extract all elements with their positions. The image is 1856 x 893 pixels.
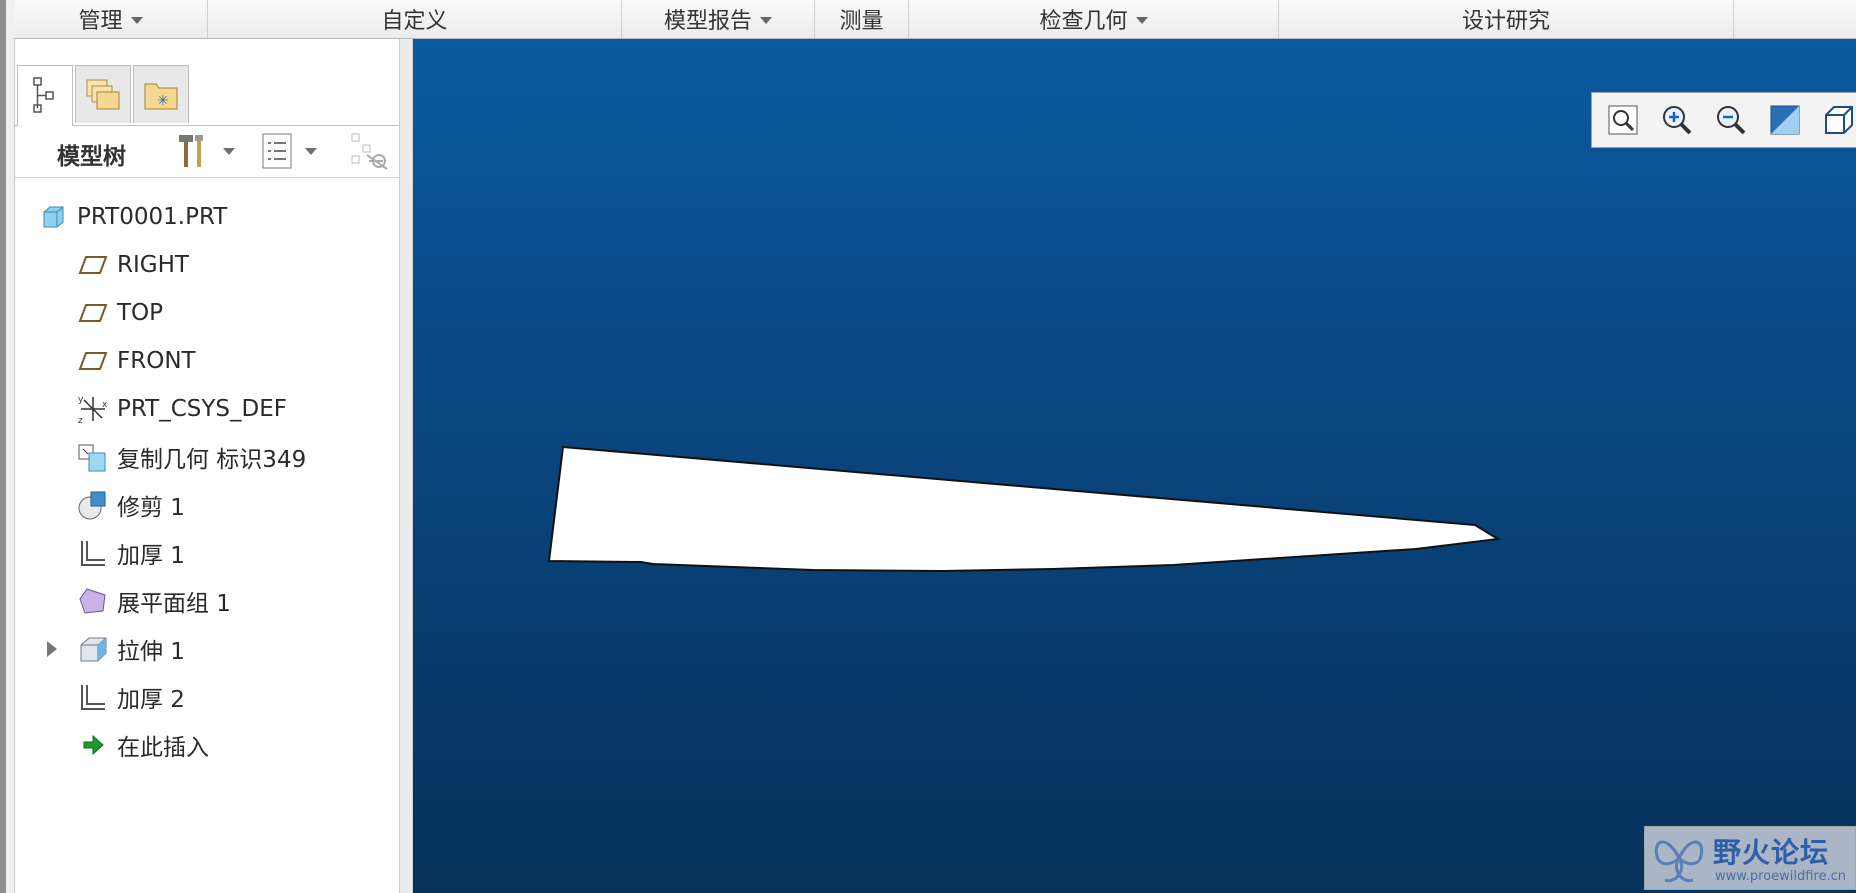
tree-item-front[interactable]: FRONT [77, 341, 196, 381]
ribbon-group-label: 模型报告 [663, 9, 752, 34]
part-icon [37, 201, 69, 233]
filter-icon [351, 133, 388, 170]
ribbon-group-label: 设计研究 [1461, 9, 1550, 34]
thicken-icon [77, 681, 109, 713]
repaint-icon [1770, 105, 1800, 135]
ribbon-group-manage[interactable]: 管理 [14, 0, 208, 38]
expand-arrow-icon[interactable] [47, 641, 57, 657]
datum-plane-icon [77, 249, 109, 281]
tree-item-thicken-2[interactable]: 加厚 2 [77, 677, 185, 717]
ribbon-group-bar: 管理 自定义 模型报告 测量 检查几何 设计研究 [14, 0, 1856, 39]
graphics-viewport[interactable]: x [413, 39, 1856, 893]
tree-item-label: 复制几何 标识349 [117, 447, 307, 473]
tree-item-label: TOP [117, 300, 164, 326]
tree-item-thicken-1[interactable]: 加厚 1 [77, 533, 185, 573]
tree-item-label: 加厚 1 [117, 543, 185, 569]
ribbon-group-label: 检查几何 [1039, 9, 1128, 34]
chevron-down-icon [130, 16, 143, 24]
tree-item-label: PRT_CSYS_DEF [117, 396, 288, 422]
zoom-out-button[interactable] [1706, 95, 1756, 145]
tree-item-label: PRT0001.PRT [77, 204, 228, 230]
tree-item-label: 修剪 1 [117, 495, 185, 521]
tree-item-label: 加厚 2 [117, 687, 185, 713]
datum-plane-icon [77, 345, 109, 377]
model-tree-header: 模型树 [15, 125, 413, 178]
watermark-url: www.proewildfire.cn [1715, 869, 1846, 884]
tab-model-tree[interactable] [17, 65, 73, 126]
display-style-icon [1825, 106, 1853, 134]
tree-item-part[interactable]: PRT0001.PRT [37, 197, 227, 237]
zoom-in-icon [1663, 106, 1692, 135]
settings-icon [179, 135, 203, 167]
refit-icon [1608, 105, 1638, 135]
tree-item-csys[interactable]: y x z PRT_CSYS_DEF [77, 389, 287, 429]
copy-geometry-icon [77, 441, 109, 473]
tree-item-extrude[interactable]: 拉伸 1 [77, 629, 185, 669]
ribbon-group-customize[interactable]: 自定义 [208, 0, 622, 38]
tab-folder-browser[interactable] [75, 65, 131, 123]
csys-icon: y x z [77, 393, 109, 425]
tree-item-label: 在此插入 [117, 735, 209, 761]
ribbon-group-model-report[interactable]: 模型报告 [622, 0, 815, 38]
model-geometry[interactable] [413, 39, 1856, 893]
tree-item-label: FRONT [117, 348, 196, 374]
window-frame-edge [0, 0, 15, 893]
tree-item-copy-geometry[interactable]: 复制几何 标识349 [77, 437, 306, 477]
ribbon-group-inspect-geometry[interactable]: 检查几何 [909, 0, 1279, 38]
tree-filter-button[interactable] [349, 133, 393, 170]
ribbon-group-design-study[interactable]: 设计研究 [1279, 0, 1734, 38]
tree-settings-button[interactable] [173, 133, 235, 169]
flatten-quilt-icon [77, 585, 109, 617]
tree-item-trim[interactable]: 修剪 1 [77, 485, 185, 525]
forum-watermark: 野火论坛 www.proewildfire.cn [1644, 826, 1856, 890]
thicken-icon [77, 537, 109, 569]
tree-item-top[interactable]: TOP [77, 293, 163, 333]
model-tree-title: 模型树 [57, 144, 126, 170]
chevron-down-icon [760, 16, 772, 24]
svg-text:z: z [78, 416, 83, 425]
watermark-title: 野火论坛 [1713, 836, 1830, 869]
chevron-down-icon [223, 147, 235, 155]
ribbon-group-label: 自定义 [381, 9, 448, 34]
chevron-down-icon [305, 147, 317, 155]
refit-button[interactable] [1598, 95, 1648, 145]
navigator-panel: ✳ 模型树 PRT0001.PRT RIGHT TOP FRONT y x z … [15, 39, 413, 893]
ribbon-group-measure[interactable]: 测量 [815, 0, 909, 38]
tree-item-right[interactable]: RIGHT [77, 245, 189, 285]
tree-item-label: 展平面组 1 [117, 591, 231, 617]
panel-splitter[interactable] [399, 39, 413, 893]
extrude-icon [77, 633, 109, 665]
svg-text:✳: ✳ [157, 93, 169, 109]
tree-item-insert-here[interactable]: 在此插入 [77, 725, 209, 765]
model-tree-icon [33, 77, 54, 113]
ribbon-group-label: 管理 [78, 9, 123, 34]
datum-plane-icon [77, 297, 109, 329]
folder-browser-icon [86, 79, 120, 109]
graphics-view-toolbar: x [1591, 92, 1856, 148]
chevron-down-icon [1135, 16, 1148, 24]
repaint-button[interactable] [1760, 95, 1810, 145]
show-icon [262, 133, 292, 169]
navigator-tabs: ✳ [15, 65, 413, 126]
display-style-button[interactable] [1814, 95, 1856, 145]
favorites-icon: ✳ [144, 83, 178, 109]
tree-item-label: 拉伸 1 [117, 639, 185, 665]
watermark-logo [1654, 840, 1704, 883]
tree-show-button[interactable] [259, 133, 317, 169]
ribbon-group-label: 测量 [839, 9, 884, 34]
tree-item-label: RIGHT [117, 252, 189, 278]
tree-item-flatten-quilt[interactable]: 展平面组 1 [77, 581, 231, 621]
tab-favorites[interactable]: ✳ [133, 65, 189, 123]
svg-text:y: y [78, 395, 84, 405]
trim-icon [77, 489, 109, 521]
insert-here-icon [77, 729, 109, 761]
zoom-in-button[interactable] [1652, 95, 1702, 145]
svg-text:x: x [102, 400, 108, 410]
zoom-out-icon [1717, 106, 1746, 135]
